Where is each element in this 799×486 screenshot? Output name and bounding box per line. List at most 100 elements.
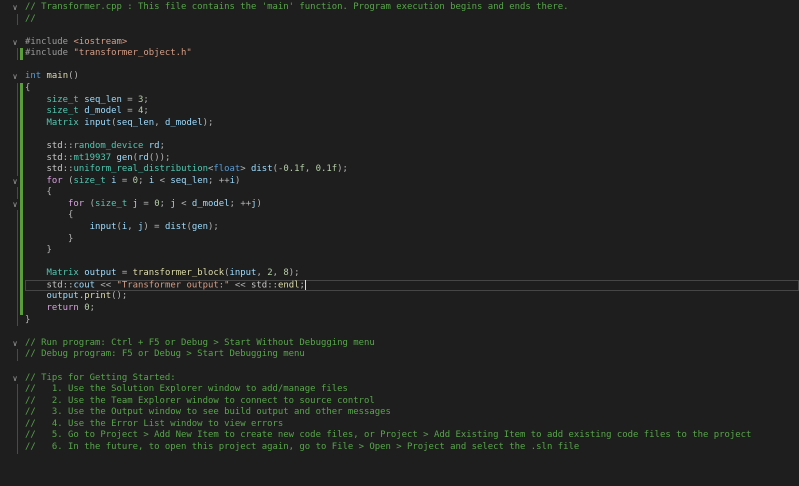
code-line[interactable]: // 1. Use the Solution Explorer window t…	[0, 384, 799, 396]
code-line[interactable]: std::cout << "Transformer output:" << st…	[0, 279, 799, 292]
code-text: std::cout << "Transformer output:" << st…	[25, 279, 306, 292]
code-line[interactable]: Matrix input(seq_len, d_model);	[0, 117, 799, 130]
code-line[interactable]: Matrix output = transformer_block(input,…	[0, 268, 799, 280]
code-line[interactable]: //	[0, 13, 799, 26]
fold-chevron-icon[interactable]: ∨	[11, 71, 19, 83]
code-line[interactable]: }	[0, 314, 799, 327]
code-text: }	[25, 315, 30, 327]
code-text: // Run program: Ctrl + F5 or Debug > Sta…	[25, 338, 375, 350]
change-bar	[20, 187, 23, 199]
code-text: // 2. Use the Team Explorer window to co…	[25, 396, 375, 408]
code-line[interactable]	[0, 60, 799, 72]
fold-guide	[17, 13, 18, 26]
fold-guide	[17, 129, 18, 141]
code-token: ; ++	[229, 198, 252, 209]
fold-chevron-icon[interactable]: ∨	[11, 338, 19, 350]
code-token: ::	[62, 164, 74, 175]
code-line[interactable]: std::uniform_real_distribution<float> di…	[0, 164, 799, 176]
code-line[interactable]: std::mt19937 gen(rd());	[0, 152, 799, 165]
code-line[interactable]: ∨ for (size_t i = 0; i < seq_len; ++i)	[0, 175, 799, 188]
code-text: {	[25, 187, 52, 199]
code-token: // 1. Use the Solution Explorer window t…	[25, 384, 348, 395]
code-line[interactable]: }	[0, 245, 799, 257]
code-token: output	[78, 268, 117, 279]
code-token: size_t	[46, 94, 79, 105]
code-line[interactable]: size_t d_model = 4;	[0, 106, 799, 118]
code-line[interactable]: // 6. In the future, to open this projec…	[0, 441, 799, 454]
code-token: input	[78, 117, 112, 128]
code-token: gen	[111, 152, 133, 163]
code-token: endl	[277, 280, 300, 291]
code-line[interactable]: size_t seq_len = 3;	[0, 94, 799, 107]
code-token: //	[25, 13, 36, 24]
code-token: seq_len	[78, 94, 122, 105]
change-bar	[20, 303, 23, 315]
code-token: dist	[164, 221, 187, 232]
code-line[interactable]: // 2. Use the Team Explorer window to co…	[0, 395, 799, 408]
code-token: seq_len	[116, 117, 155, 128]
fold-guide	[17, 210, 18, 222]
code-line[interactable]: ∨ int main()	[0, 71, 799, 83]
code-text: size_t seq_len = 3;	[25, 95, 149, 107]
code-line[interactable]: {	[0, 83, 799, 95]
code-token: ;	[138, 175, 149, 186]
fold-chevron-icon[interactable]: ∨	[11, 199, 19, 211]
code-token: ; ++	[208, 175, 230, 186]
code-line[interactable]: ∨ // Tips for Getting Started:	[0, 373, 799, 385]
code-line[interactable]	[0, 129, 799, 141]
fold-chevron-icon[interactable]: ∨	[11, 176, 19, 188]
fold-guide	[17, 164, 18, 176]
code-line[interactable]	[0, 326, 799, 338]
code-line[interactable]: std::random_device rd;	[0, 140, 799, 153]
change-bar	[20, 48, 23, 60]
code-token: ;	[159, 140, 165, 151]
code-token: ());	[148, 152, 171, 163]
code-token: =	[116, 175, 133, 186]
code-line[interactable]	[0, 361, 799, 373]
fold-guide	[17, 117, 18, 130]
code-line[interactable]: ∨ // Transformer.cpp : This file contains…	[0, 2, 799, 14]
code-token: for	[68, 198, 85, 209]
fold-chevron-icon[interactable]: ∨	[11, 37, 19, 49]
code-text: Matrix input(seq_len, d_model);	[25, 117, 214, 130]
code-line[interactable]: ∨ for (size_t j = 0; j < d_model; ++j)	[0, 198, 799, 211]
code-token: "Transformer output:"	[116, 280, 230, 291]
code-token: d_model	[78, 106, 122, 117]
code-line[interactable]: // 5. Go to Project > Add New Item to cr…	[0, 430, 799, 442]
code-token: random_device	[73, 140, 144, 151]
fold-guide	[17, 48, 18, 60]
code-line[interactable]: // 4. Use the Error List window to view …	[0, 418, 799, 431]
code-line[interactable]: // Debug program: F5 or Debug > Start De…	[0, 349, 799, 361]
code-line[interactable]	[0, 25, 799, 37]
code-text: size_t d_model = 4;	[25, 106, 149, 118]
code-line[interactable]	[0, 256, 799, 269]
code-line[interactable]: ∨ #include <iostream>	[0, 37, 799, 49]
code-token: std	[46, 280, 63, 291]
code-line[interactable]: {	[0, 187, 799, 199]
code-line[interactable]: // 3. Use the Output window to see build…	[0, 407, 799, 419]
fold-chevron-icon[interactable]: ∨	[11, 373, 19, 385]
code-line[interactable]: ∨ // Run program: Ctrl + F5 or Debug > St…	[0, 338, 799, 350]
change-bar	[20, 279, 23, 292]
fold-guide	[17, 83, 18, 95]
code-line[interactable]: {	[0, 210, 799, 222]
fold-chevron-icon[interactable]: ∨	[11, 2, 19, 14]
code-token: =	[121, 94, 139, 105]
code-editor[interactable]: ∨ // Transformer.cpp : This file contains…	[0, 2, 799, 454]
code-line[interactable]: #include "transformer_object.h"	[0, 48, 799, 60]
code-line[interactable]: input(i, j) = dist(gen);	[0, 221, 799, 234]
code-line[interactable]: }	[0, 233, 799, 246]
code-token: mt19937	[73, 152, 112, 163]
code-line[interactable]: return 0;	[0, 303, 799, 315]
code-line[interactable]: output.print();	[0, 291, 799, 304]
code-text: // Transformer.cpp : This file contains …	[25, 2, 568, 14]
code-token: // 3. Use the Output window to see build…	[25, 407, 391, 418]
code-token: =	[121, 106, 139, 117]
change-bar	[20, 256, 23, 269]
fold-guide	[17, 94, 18, 107]
change-bar	[20, 140, 23, 153]
